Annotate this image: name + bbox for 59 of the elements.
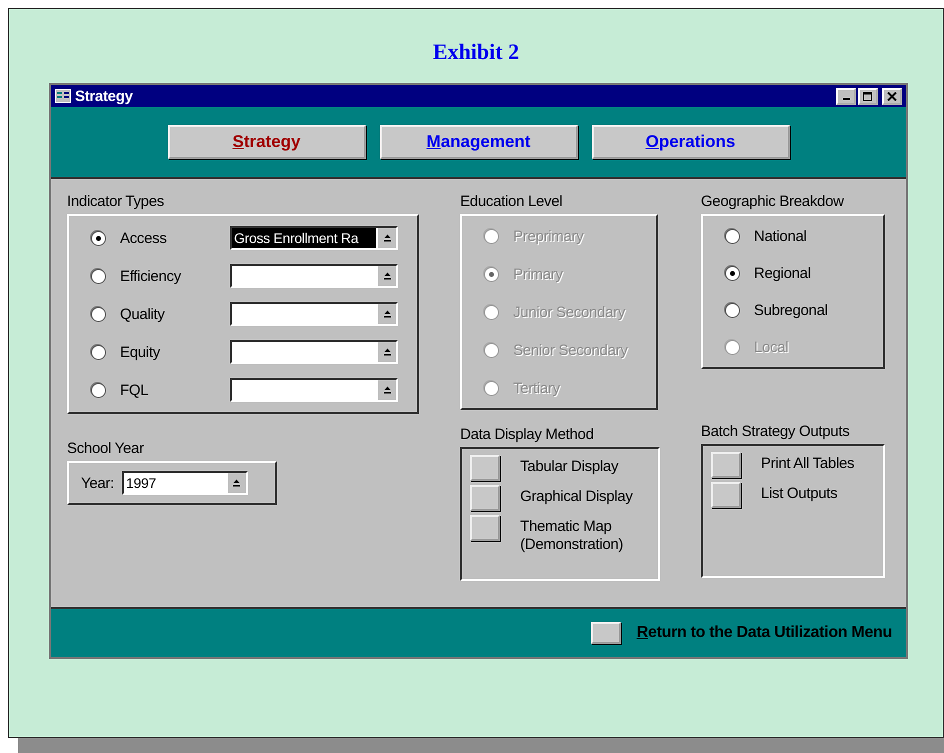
radio-button[interactable]: [91, 268, 106, 284]
maximize-button[interactable]: [858, 88, 878, 104]
dropdown-field[interactable]: Gross Enrollment Ra: [230, 226, 398, 250]
button-label: List Outputs: [760, 484, 838, 503]
radio-button[interactable]: [724, 266, 740, 280]
dropdown-arrow-icon: [233, 479, 240, 487]
radio-button[interactable]: [724, 302, 740, 318]
group-title: Geographic Breakdow: [700, 193, 845, 210]
radio-label: Senior Secondary: [513, 342, 628, 358]
dropdown-arrow-icon: [384, 272, 390, 280]
maximize-icon: [863, 92, 873, 100]
minimize-icon: [842, 98, 850, 100]
close-icon: [887, 92, 897, 100]
radio-button[interactable]: [91, 306, 106, 322]
radio-label: Equity: [120, 344, 162, 360]
radio-label: Efficiency: [120, 268, 182, 284]
group-title: Education Level: [460, 193, 564, 210]
dropdown-field[interactable]: [230, 302, 398, 326]
radio-label: Primary: [513, 266, 563, 282]
radio-label: Tertiary: [513, 380, 560, 396]
button-label: Tabular Display: [520, 457, 618, 476]
radio-label: Local: [754, 338, 788, 356]
navigation-tab[interactable]: Management: [380, 125, 578, 159]
button-label: Print All Tables: [760, 454, 854, 473]
button-label: Return to the Data Utilization Menu: [636, 624, 892, 642]
exhibit-title: Exhibit 2: [432, 39, 520, 65]
radio-label: Subregonal: [754, 302, 828, 318]
radio-button[interactable]: [91, 382, 106, 398]
navigation-tab[interactable]: Strategy: [168, 125, 366, 159]
radio-label: FQL: [120, 382, 150, 398]
group-title: School Year: [67, 440, 145, 457]
radio-label: Access: [120, 230, 168, 246]
radio-label: Junior Secondary: [513, 304, 626, 320]
minimize-button[interactable]: [836, 88, 856, 104]
radio-label: National: [754, 228, 807, 244]
radio-button[interactable]: [724, 228, 740, 244]
field-label: Year:: [81, 474, 114, 492]
dropdown-field[interactable]: 1997: [122, 471, 248, 495]
dropdown-arrow-icon: [384, 386, 390, 394]
group-title: Batch Strategy Outputs: [700, 423, 850, 440]
group-title: Indicator Types: [67, 193, 165, 210]
radio-button[interactable]: [91, 230, 106, 246]
radio-button[interactable]: [91, 344, 106, 360]
radio-label: Regional: [754, 264, 811, 282]
dropdown-field[interactable]: [230, 264, 398, 288]
dropdown-arrow-icon: [384, 310, 390, 318]
dropdown-field[interactable]: [230, 340, 398, 364]
button-label: Thematic Map (Demonstration): [520, 517, 624, 554]
radio-label: Preprimary: [513, 228, 584, 244]
group-title: Data Display Method: [460, 426, 595, 443]
close-button[interactable]: [882, 88, 902, 104]
dropdown-arrow-icon: [384, 348, 390, 356]
dropdown-field[interactable]: [230, 378, 398, 402]
dropdown-arrow-icon: [384, 234, 390, 242]
navigation-tab[interactable]: Operations: [592, 125, 790, 159]
window-icon: [55, 89, 71, 103]
button-label: Graphical Display: [520, 487, 633, 506]
window-title: Strategy: [75, 88, 133, 104]
radio-label: Quality: [120, 306, 166, 322]
